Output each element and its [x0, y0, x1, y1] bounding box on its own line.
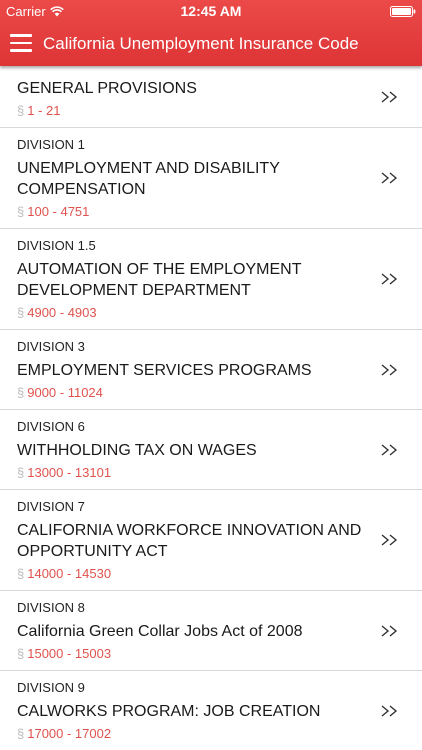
- division-label: DIVISION 9: [17, 680, 85, 695]
- section-symbol: §: [17, 726, 25, 741]
- section-range: § 13000 - 13101: [17, 465, 372, 489]
- division-title: UNEMPLOYMENT AND DISABILITY COMPENSATION: [17, 160, 280, 198]
- division-label: DIVISION 3: [17, 339, 85, 354]
- double-chevron-right-icon[interactable]: [380, 362, 400, 378]
- status-time: 12:45 AM: [180, 3, 242, 19]
- section-range-value: 15000 - 15003: [27, 646, 112, 661]
- division-title: AUTOMATION OF THE EMPLOYMENT DEVELOPMENT…: [17, 261, 302, 299]
- double-chevron-right-icon[interactable]: [380, 532, 400, 548]
- division-title: WITHHOLDING TAX ON WAGES: [17, 442, 257, 459]
- section-range-value: 13000 - 13101: [27, 465, 112, 480]
- section-symbol: §: [17, 103, 25, 118]
- section-range: § 14000 - 14530: [17, 566, 372, 590]
- section-range-value: 1 - 21: [27, 103, 61, 118]
- division-title: CALIFORNIA WORKFORCE INNOVATION AND OPPO…: [17, 522, 362, 560]
- section-symbol: §: [17, 646, 25, 661]
- section-range-value: 14000 - 14530: [27, 566, 112, 581]
- division-title: EMPLOYMENT SERVICES PROGRAMS: [17, 362, 312, 379]
- division-title: California Green Collar Jobs Act of 2008: [17, 623, 303, 640]
- header: Carrier 12:45 AM California Unemployment…: [0, 0, 422, 66]
- section-range: § 100 - 4751: [17, 204, 372, 228]
- section-symbol: §: [17, 465, 25, 480]
- section-symbol: §: [17, 385, 25, 400]
- double-chevron-right-icon[interactable]: [380, 89, 400, 105]
- section-symbol: §: [17, 305, 25, 320]
- double-chevron-right-icon[interactable]: [380, 170, 400, 186]
- list-item[interactable]: DIVISION 6 WITHHOLDING TAX ON WAGES § 13000…: [0, 410, 422, 490]
- double-chevron-right-icon[interactable]: [380, 271, 400, 287]
- section-range: § 4900 - 4903: [17, 305, 372, 329]
- list-item[interactable]: DIVISION 7 CALIFORNIA WORKFORCE INNOVATIO…: [0, 490, 422, 591]
- list-item[interactable]: DIVISION 9 CALWORKS PROGRAM: JOB CREATION…: [0, 671, 422, 750]
- section-range-value: 100 - 4751: [27, 204, 90, 219]
- division-label: DIVISION 1: [17, 137, 85, 152]
- section-symbol: §: [17, 566, 25, 581]
- division-label: DIVISION 8: [17, 600, 85, 615]
- division-label: DIVISION 7: [17, 499, 85, 514]
- list-item[interactable]: DIVISION 8 California Green Collar Jobs A…: [0, 591, 422, 671]
- list-item[interactable]: DIVISION 1.5 AUTOMATION OF THE EMPLOYMENT…: [0, 229, 422, 330]
- list-item[interactable]: GENERAL PROVISIONS § 1 - 21: [0, 66, 422, 128]
- division-title: CALWORKS PROGRAM: JOB CREATION: [17, 703, 321, 720]
- page-title: California Unemployment Insurance Code: [43, 34, 359, 53]
- section-range-value: 17000 - 17002: [27, 726, 112, 741]
- division-list: GENERAL PROVISIONS § 1 - 21 DIVISION 1 UNEMP…: [0, 66, 422, 750]
- section-range: § 17000 - 17002: [17, 726, 372, 750]
- double-chevron-right-icon[interactable]: [380, 442, 400, 458]
- section-symbol: §: [17, 204, 25, 219]
- battery-icon: [390, 6, 416, 17]
- list-item[interactable]: DIVISION 3 EMPLOYMENT SERVICES PROGRAMS § 9…: [0, 330, 422, 410]
- section-range: § 9000 - 11024: [17, 385, 372, 409]
- status-bar: Carrier 12:45 AM: [0, 0, 422, 22]
- hamburger-menu-icon[interactable]: [10, 34, 32, 54]
- double-chevron-right-icon[interactable]: [380, 623, 400, 639]
- app-screen: Carrier 12:45 AM California Unemployment…: [0, 0, 422, 750]
- section-range: § 1 - 21: [17, 103, 372, 127]
- division-label: DIVISION 1.5: [17, 238, 96, 253]
- list-item[interactable]: DIVISION 1 UNEMPLOYMENT AND DISABILITY CO…: [0, 128, 422, 229]
- division-label: DIVISION 6: [17, 419, 85, 434]
- double-chevron-right-icon[interactable]: [380, 703, 400, 719]
- section-range-value: 4900 - 4903: [27, 305, 97, 320]
- section-range: § 15000 - 15003: [17, 646, 372, 670]
- section-range-value: 9000 - 11024: [27, 385, 103, 400]
- division-title: GENERAL PROVISIONS: [17, 80, 197, 97]
- navigation-bar: California Unemployment Insurance Code: [0, 22, 422, 66]
